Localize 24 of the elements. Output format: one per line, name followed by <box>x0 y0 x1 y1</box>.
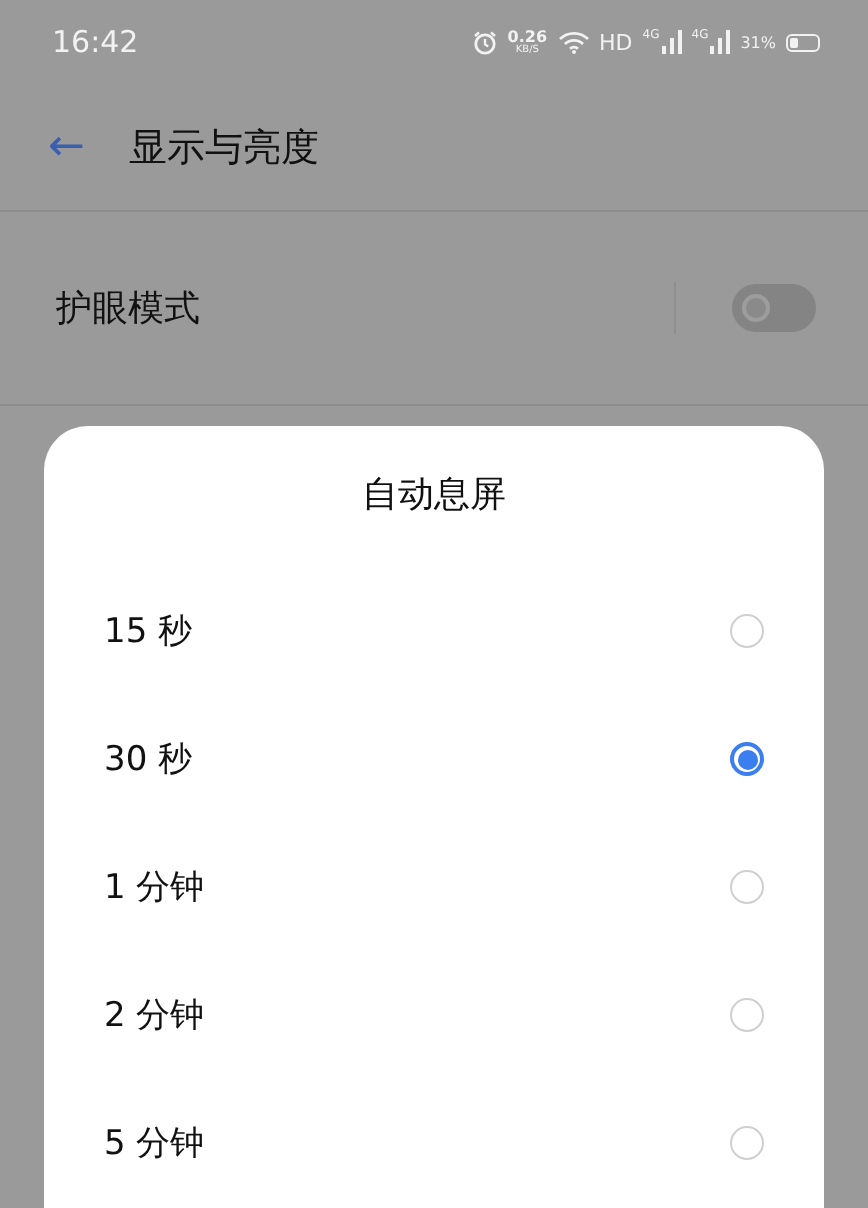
back-button[interactable]: ← <box>48 122 85 173</box>
setting-label: 护眼模式 <box>56 285 202 332</box>
toggle-switch[interactable] <box>732 283 816 332</box>
signal-icon <box>710 30 731 55</box>
radio-button[interactable] <box>730 742 764 777</box>
option-label: 30 秒 <box>104 738 193 783</box>
radio-button[interactable] <box>730 998 764 1033</box>
radio-button[interactable] <box>730 614 764 649</box>
battery-percent: 31% <box>740 33 776 52</box>
hd-label: HD <box>599 29 633 56</box>
network-speed: 0.26 <box>507 29 548 46</box>
radio-button[interactable] <box>730 1126 764 1161</box>
status-time: 16:42 <box>52 24 139 61</box>
option-label: 5 分钟 <box>104 1122 205 1167</box>
page-title: 显示与亮度 <box>128 123 319 174</box>
radio-button[interactable] <box>730 870 764 905</box>
battery-icon <box>786 33 820 52</box>
option-label: 2 分钟 <box>104 994 205 1039</box>
option-label: 15 秒 <box>104 610 193 655</box>
dialog-title: 自动息屏 <box>360 471 508 518</box>
option-label: 1 分钟 <box>104 866 205 911</box>
alarm-icon <box>471 29 498 56</box>
wifi-icon <box>557 30 590 55</box>
signal-icon <box>661 30 682 55</box>
